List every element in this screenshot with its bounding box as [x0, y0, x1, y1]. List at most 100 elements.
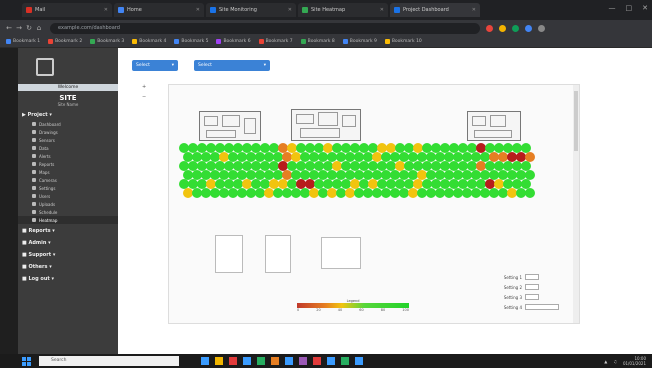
bookmark-item[interactable]: Bookmark 1 [6, 39, 40, 44]
bookmark-item[interactable]: Bookmark 7 [258, 39, 293, 44]
sidebar-item[interactable]: Cameras [18, 176, 118, 184]
bookmark-label: Bookmark 4 [139, 39, 167, 44]
taskbar-app-icon[interactable] [327, 357, 335, 365]
sidebar-item[interactable]: Heatmap [18, 216, 118, 224]
sidebar-item[interactable]: Schedule [18, 208, 118, 216]
sidebar-item-label: Data [39, 145, 49, 151]
volume-icon[interactable]: ♫ [613, 359, 617, 364]
control-label: Setting 1 [503, 274, 522, 280]
taskbar-app-icon[interactable] [201, 357, 209, 365]
browser-tab[interactable]: Home ✕ [114, 3, 204, 17]
browser-tab[interactable]: Mail ✕ [22, 3, 112, 17]
close-tab-icon[interactable]: ✕ [288, 7, 292, 13]
clock[interactable]: 10:00 01/01/2021 [623, 356, 646, 366]
control-select[interactable] [525, 304, 559, 310]
forward-icon[interactable]: → [14, 24, 24, 32]
wifi-icon[interactable]: ▲ [604, 359, 607, 364]
taskbar-app-icon[interactable] [215, 357, 223, 365]
close-tab-icon[interactable]: ✕ [380, 7, 384, 13]
sidebar-section[interactable]: ■ Log out ▾ [18, 274, 118, 284]
sidebar-item[interactable]: Users [18, 192, 118, 200]
profile-avatar[interactable] [538, 24, 545, 32]
extension-icon[interactable] [525, 24, 532, 32]
scrollbar[interactable] [573, 85, 579, 323]
project-menu-label: Project [27, 112, 48, 118]
control-input[interactable] [525, 284, 539, 290]
close-tab-icon[interactable]: ✕ [472, 7, 476, 13]
taskbar-search[interactable]: Search [39, 356, 179, 366]
sidebar-item-label: Sensors [39, 137, 55, 143]
extension-icon[interactable] [486, 24, 493, 32]
project-menu-heading[interactable]: ▶ Project ▾ [18, 110, 118, 120]
system-tray: ▲ ♫ 10:00 01/01/2021 [604, 356, 646, 366]
control-row: Setting 4 [492, 302, 559, 312]
sidebar-item[interactable]: Reports [18, 160, 118, 168]
taskbar-app-icon[interactable] [257, 357, 265, 365]
bookmark-label: Bookmark 3 [97, 39, 125, 44]
control-input[interactable] [525, 274, 539, 280]
sidebar-item[interactable]: Drawings [18, 128, 118, 136]
control-row: Setting 3 [492, 292, 559, 302]
clock-date: 01/01/2021 [622, 361, 646, 366]
close-tab-icon[interactable]: ✕ [104, 7, 108, 13]
bookmark-item[interactable]: Bookmark 2 [48, 39, 82, 44]
sidebar-item[interactable]: Alerts [18, 152, 118, 160]
taskbar-app-icon[interactable] [243, 357, 251, 365]
menu-item-icon [32, 202, 36, 206]
extension-icon[interactable] [499, 24, 506, 32]
taskbar-app-icon[interactable] [285, 357, 293, 365]
taskbar-app-icon[interactable] [341, 357, 349, 365]
legend-tick: 0 [297, 308, 300, 312]
sidebar-section[interactable]: ■ Admin ▾ [18, 238, 118, 248]
sidebar-item[interactable]: Dashboard [18, 120, 118, 128]
home-icon[interactable]: ⌂ [34, 24, 44, 32]
select-dropdown-1[interactable]: Select ▾ [132, 60, 178, 71]
bookmark-item[interactable]: Bookmark 3 [90, 39, 124, 44]
control-label: Setting 4 [503, 304, 522, 310]
select-dropdown-2[interactable]: Select ▾ [194, 60, 270, 71]
browser-tab[interactable]: Site Heatmap ✕ [298, 3, 388, 17]
taskbar-app-icon[interactable] [229, 357, 237, 365]
sidebar-section[interactable]: ■ Reports ▾ [18, 226, 118, 236]
legend-ticks: 0 20 40 60 80 100 [297, 308, 409, 312]
taskbar-app-icon[interactable] [271, 357, 279, 365]
sidebar-item-label: Cameras [39, 177, 57, 183]
close-tab-icon[interactable]: ✕ [196, 7, 200, 13]
sidebar-item[interactable]: Sensors [18, 136, 118, 144]
app-logo[interactable] [36, 58, 54, 76]
browser-tab[interactable]: Site Monitoring ✕ [206, 3, 296, 17]
zoom-out-button[interactable]: − [142, 94, 146, 100]
reload-icon[interactable]: ↻ [24, 24, 34, 32]
bookmark-label: Bookmark 7 [265, 39, 293, 44]
bookmark-item[interactable]: Bookmark 4 [132, 39, 166, 44]
sidebar-section-label: Admin [28, 240, 47, 246]
minimize-icon[interactable]: — [609, 4, 616, 12]
close-icon[interactable]: ✕ [642, 4, 648, 12]
sidebar-section[interactable]: ■ Others ▾ [18, 262, 118, 272]
document-thumbnail [321, 237, 361, 269]
bookmark-item[interactable]: Bookmark 10 [384, 39, 422, 44]
bookmark-item[interactable]: Bookmark 8 [300, 39, 335, 44]
bookmark-item[interactable]: Bookmark 6 [216, 39, 251, 44]
bookmark-item[interactable]: Bookmark 9 [342, 39, 377, 44]
address-bar[interactable]: example.com/dashboard [50, 22, 480, 34]
control-input[interactable] [525, 294, 539, 300]
sidebar-item[interactable]: Data [18, 144, 118, 152]
bookmark-icon [258, 39, 264, 44]
zoom-in-button[interactable]: + [142, 84, 146, 90]
sidebar-item[interactable]: Uploads [18, 200, 118, 208]
taskbar-app-icon[interactable] [313, 357, 321, 365]
taskbar-app-icon[interactable] [299, 357, 307, 365]
scrollbar-thumb[interactable] [574, 91, 578, 151]
bookmark-item[interactable]: Bookmark 5 [174, 39, 208, 44]
maximize-icon[interactable]: □ [626, 4, 633, 12]
taskbar-app-icon[interactable] [355, 357, 363, 365]
back-icon[interactable]: ← [4, 24, 14, 32]
sidebar-item[interactable]: Maps [18, 168, 118, 176]
sidebar-section[interactable]: ■ Support ▾ [18, 250, 118, 260]
extension-icon[interactable] [512, 24, 519, 32]
sidebar-item[interactable]: Settings [18, 184, 118, 192]
start-button[interactable] [22, 356, 31, 366]
browser-tab[interactable]: Project Dashboard ✕ [390, 3, 480, 17]
legend-tick: 100 [402, 308, 409, 312]
